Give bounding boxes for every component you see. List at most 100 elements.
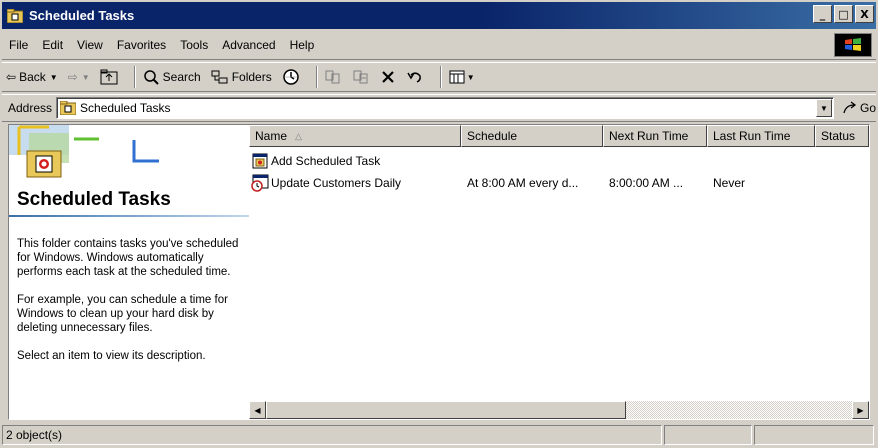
forward-arrow-icon: ⇨ bbox=[67, 70, 78, 84]
scroll-right-icon: ▶ bbox=[857, 405, 864, 415]
close-button[interactable]: X bbox=[855, 5, 874, 23]
chevron-down-icon: ▼ bbox=[820, 103, 828, 113]
task-name: Update Customers Daily bbox=[271, 176, 402, 190]
copy-to-icon bbox=[353, 70, 368, 84]
search-label: Search bbox=[162, 70, 201, 84]
menu-tools[interactable]: Tools bbox=[173, 38, 215, 52]
menu-bar: File Edit View Favorites Tools Advanced … bbox=[2, 31, 876, 60]
description-paragraph: For example, you can schedule a time for… bbox=[17, 294, 228, 334]
address-value: Scheduled Tasks bbox=[80, 101, 171, 115]
menu-advanced[interactable]: Advanced bbox=[215, 38, 282, 52]
forward-dropdown-icon[interactable]: ▼ bbox=[82, 73, 90, 82]
scroll-thumb[interactable] bbox=[266, 401, 626, 419]
views-icon bbox=[449, 70, 465, 84]
status-panel bbox=[664, 425, 752, 445]
search-icon bbox=[143, 70, 159, 85]
window-title: Scheduled Tasks bbox=[29, 8, 135, 23]
banner-decoration-graphic bbox=[9, 125, 159, 178]
toolbar-separator bbox=[133, 66, 136, 88]
web-view-pane: Scheduled Tasks This folder contains tas… bbox=[9, 125, 249, 419]
go-button[interactable]: Go bbox=[842, 101, 876, 115]
address-input[interactable]: Scheduled Tasks ▼ bbox=[56, 97, 834, 119]
menu-edit[interactable]: Edit bbox=[35, 38, 70, 52]
title-bar[interactable]: Scheduled Tasks _ □ X bbox=[2, 2, 876, 29]
menu-favorites[interactable]: Favorites bbox=[110, 38, 173, 52]
sort-ascending-icon: △ bbox=[295, 130, 302, 141]
folders-button[interactable]: Folders bbox=[211, 69, 272, 85]
copy-to-button[interactable] bbox=[352, 69, 370, 85]
folders-label: Folders bbox=[231, 70, 272, 84]
pane-title: Scheduled Tasks bbox=[17, 189, 171, 210]
column-headers: Name △ Schedule Next Run Time Last Run T… bbox=[249, 125, 869, 147]
address-bar: Address Scheduled Tasks ▼ Go bbox=[2, 94, 876, 122]
delete-button[interactable] bbox=[380, 69, 396, 85]
column-header-label: Schedule bbox=[467, 129, 518, 143]
folders-tree-icon bbox=[211, 70, 228, 84]
go-arrow-icon bbox=[843, 101, 857, 114]
maximize-icon: □ bbox=[838, 7, 849, 21]
back-button[interactable]: ⇦ Back ▼ bbox=[6, 70, 58, 84]
column-header-status[interactable]: Status bbox=[815, 125, 869, 147]
scheduled-tasks-folder-icon bbox=[60, 101, 77, 115]
menu-file[interactable]: File bbox=[2, 38, 35, 52]
column-header-label: Next Run Time bbox=[609, 129, 689, 143]
history-button[interactable] bbox=[282, 68, 300, 86]
back-label: Back bbox=[19, 70, 46, 84]
folder-up-icon bbox=[100, 69, 118, 85]
task-list: Name △ Schedule Next Run Time Last Run T… bbox=[249, 125, 869, 419]
undo-button[interactable] bbox=[406, 69, 424, 85]
move-to-icon bbox=[325, 70, 340, 84]
back-dropdown-icon[interactable]: ▼ bbox=[50, 73, 58, 82]
explorer-window: Scheduled Tasks _ □ X File Edit View Fav… bbox=[0, 0, 878, 448]
task-rows: Add Scheduled Task Update Customers Dail… bbox=[249, 150, 869, 194]
scroll-left-button[interactable]: ◀ bbox=[249, 401, 266, 419]
menu-help[interactable]: Help bbox=[283, 38, 322, 52]
up-button[interactable] bbox=[100, 69, 118, 85]
column-header-schedule[interactable]: Schedule bbox=[461, 125, 603, 147]
toolbar-separator bbox=[439, 66, 442, 88]
views-button[interactable]: ▼ bbox=[448, 69, 475, 85]
task-last-run-time: Never bbox=[713, 176, 746, 190]
description-paragraph: This folder contains tasks you've schedu… bbox=[17, 238, 239, 278]
status-text: 2 object(s) bbox=[6, 428, 63, 442]
menu-view[interactable]: View bbox=[70, 38, 110, 52]
table-row[interactable]: Add Scheduled Task bbox=[249, 150, 869, 172]
delete-x-icon bbox=[381, 71, 394, 83]
minimize-icon: _ bbox=[819, 7, 826, 21]
scroll-left-icon: ◀ bbox=[254, 405, 261, 415]
views-dropdown-icon[interactable]: ▼ bbox=[467, 73, 475, 82]
scheduled-tasks-folder-icon bbox=[6, 8, 24, 23]
scroll-right-button[interactable]: ▶ bbox=[852, 401, 869, 419]
status-object-count: 2 object(s) bbox=[2, 425, 662, 445]
address-dropdown-button[interactable]: ▼ bbox=[815, 99, 832, 117]
folder-view: Scheduled Tasks This folder contains tas… bbox=[8, 124, 870, 420]
column-header-last-run-time[interactable]: Last Run Time bbox=[707, 125, 815, 147]
close-icon: X bbox=[860, 7, 869, 21]
toolbar-separator bbox=[315, 66, 318, 88]
folder-description: This folder contains tasks you've schedu… bbox=[17, 237, 249, 377]
move-to-button[interactable] bbox=[324, 69, 342, 85]
add-scheduled-task-icon bbox=[252, 153, 268, 169]
minimize-button[interactable]: _ bbox=[813, 5, 832, 23]
scroll-track[interactable] bbox=[626, 401, 852, 419]
windows-logo-icon bbox=[834, 33, 872, 57]
forward-button[interactable]: ⇨ ▼ bbox=[68, 70, 90, 84]
column-header-label: Status bbox=[821, 129, 856, 143]
search-button[interactable]: Search bbox=[142, 69, 201, 85]
task-next-run-time: 8:00:00 AM ... bbox=[609, 176, 684, 190]
column-header-next-run-time[interactable]: Next Run Time bbox=[603, 125, 707, 147]
task-schedule: At 8:00 AM every d... bbox=[467, 176, 579, 190]
column-header-name[interactable]: Name △ bbox=[249, 125, 461, 147]
back-arrow-icon: ⇦ bbox=[6, 70, 17, 84]
status-bar: 2 object(s) bbox=[2, 424, 876, 446]
column-header-label: Last Run Time bbox=[713, 129, 791, 143]
maximize-button[interactable]: □ bbox=[834, 5, 853, 23]
table-row[interactable]: Update Customers Daily At 8:00 AM every … bbox=[249, 172, 869, 194]
history-clock-icon bbox=[282, 69, 299, 85]
standard-toolbar: ⇦ Back ▼ ⇨ ▼ Search Folders ▼ bbox=[2, 62, 876, 92]
folder-banner: Scheduled Tasks bbox=[9, 125, 249, 217]
horizontal-scrollbar[interactable]: ◀ ▶ bbox=[249, 401, 869, 419]
scheduled-task-clock-icon bbox=[251, 174, 269, 192]
title-underline bbox=[9, 215, 249, 217]
undo-icon bbox=[407, 72, 421, 83]
